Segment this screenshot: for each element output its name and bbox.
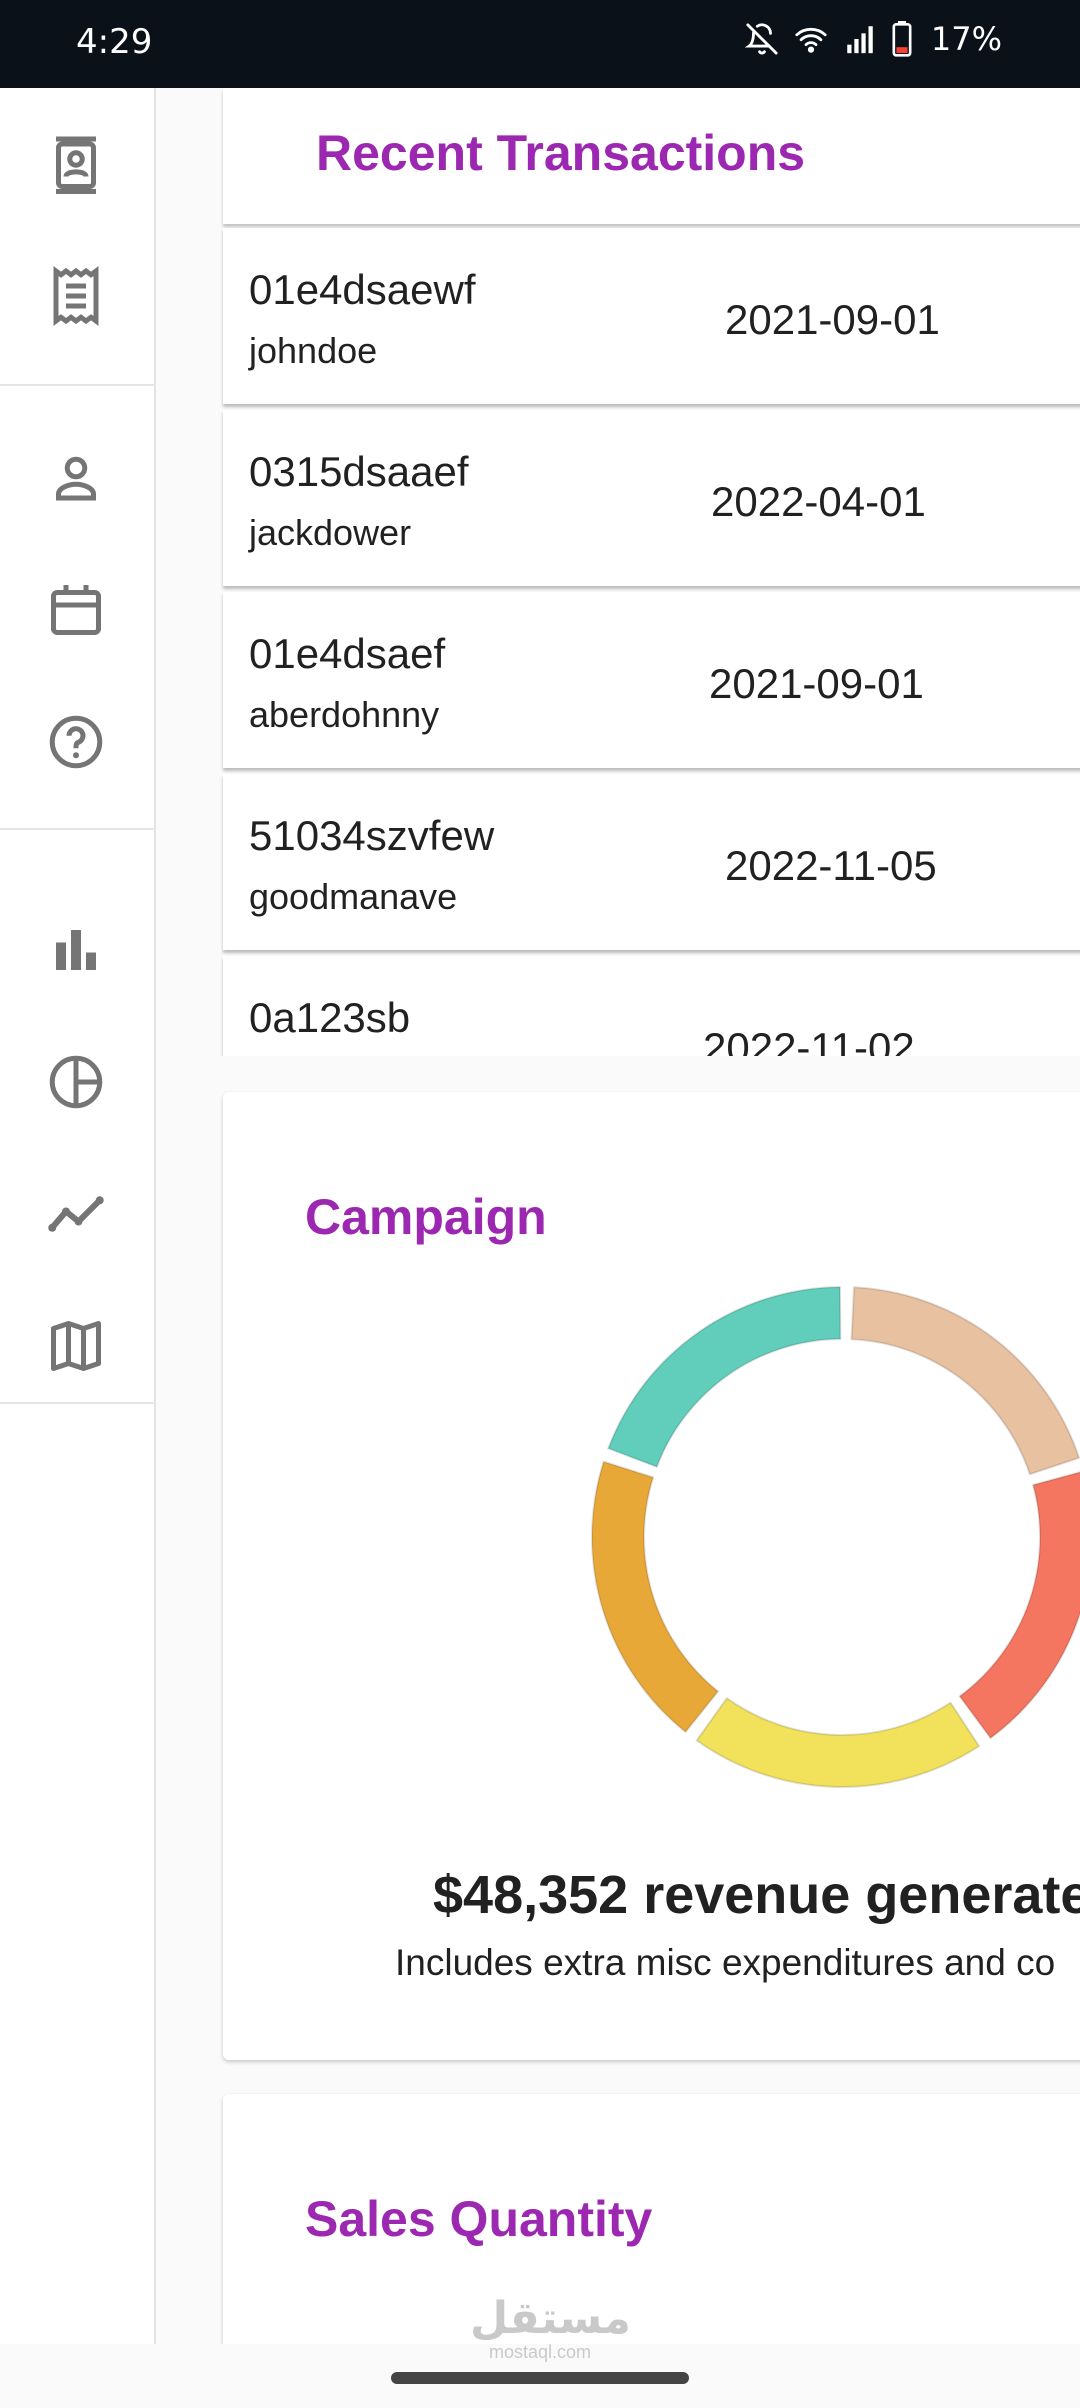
person-icon[interactable]	[44, 446, 108, 510]
transaction-id: 0315dsaaef	[249, 448, 469, 495]
calendar-icon[interactable]	[44, 578, 108, 642]
bell-off-icon	[744, 22, 779, 56]
transaction-date: 2021-09-01	[725, 296, 940, 343]
home-indicator[interactable]	[391, 2372, 689, 2384]
campaign-donut-chart	[587, 1282, 1080, 1792]
transaction-date: 2022-11-02	[703, 1024, 915, 1056]
sales-quantity-title: Sales Quantity	[305, 2191, 653, 2247]
receipt-icon[interactable]	[44, 264, 108, 328]
transaction-id: 51034szvfew	[249, 812, 495, 859]
pie-chart-icon[interactable]	[44, 1050, 108, 1114]
donut-segment[interactable]	[695, 1696, 981, 1788]
transaction-row[interactable]: 0315dsaaef jackdower 2022-04-01	[223, 410, 1080, 586]
status-time: 4:29	[76, 22, 153, 62]
watermark-arabic: مستقل	[470, 2294, 631, 2343]
sidebar	[0, 88, 156, 2344]
main-content: Recent Transactions 01e4dsaewf johndoe 2…	[156, 88, 1080, 2344]
bar-chart-icon[interactable]	[44, 918, 108, 982]
map-icon[interactable]	[44, 1314, 108, 1378]
campaign-card: Campaign $48,352 revenue generate Includ…	[223, 1092, 1080, 2060]
transaction-row[interactable]: 0a123sb 2022-11-02	[223, 956, 1080, 1056]
wifi-icon	[793, 22, 829, 56]
watermark-latin: mostaql.com	[488, 2342, 592, 2362]
transaction-user: goodmanave	[249, 876, 458, 917]
status-bar: 4:29 17%	[0, 0, 1080, 88]
sidebar-divider	[0, 828, 156, 830]
transaction-date: 2021-09-01	[709, 660, 924, 707]
battery-icon	[891, 21, 913, 57]
contacts-icon[interactable]	[44, 132, 108, 196]
transaction-row[interactable]: 01e4dsaewf johndoe 2021-09-01	[223, 228, 1080, 404]
cell-signal-icon	[843, 22, 877, 56]
donut-svg	[591, 1285, 1080, 1788]
transaction-date: 2022-04-01	[711, 478, 926, 525]
transaction-id: 01e4dsaewf	[249, 266, 476, 313]
donut-segment[interactable]	[958, 1471, 1080, 1740]
transactions-panel: Recent Transactions 01e4dsaewf johndoe 2…	[156, 88, 1080, 1056]
transaction-id: 01e4dsaef	[249, 630, 446, 677]
revenue-note: Includes extra misc expenditures and co	[395, 1942, 1056, 1983]
sidebar-divider	[0, 384, 156, 386]
transaction-row[interactable]: 01e4dsaef aberdohnny 2021-09-01	[223, 592, 1080, 768]
status-icons: 17%	[744, 20, 1002, 58]
watermark: مستقل mostaql.com	[470, 2294, 631, 2363]
donut-segment[interactable]	[850, 1286, 1080, 1476]
donut-segment[interactable]	[591, 1460, 720, 1734]
transactions-header: Recent Transactions	[223, 88, 1080, 224]
transactions-title: Recent Transactions	[316, 125, 806, 181]
help-icon[interactable]	[44, 710, 108, 774]
campaign-title: Campaign	[305, 1189, 547, 1245]
transaction-user: johndoe	[249, 330, 378, 371]
transaction-user: jackdower	[249, 512, 412, 553]
sidebar-divider	[0, 1402, 156, 1404]
transaction-row[interactable]: 51034szvfew goodmanave 2022-11-05	[223, 774, 1080, 950]
app-screen: 4:29 17% Recent Transactions 01e4dsaewf …	[0, 0, 1080, 2408]
line-chart-icon[interactable]	[44, 1182, 108, 1246]
transaction-date: 2022-11-05	[725, 842, 937, 889]
transaction-id: 0a123sb	[249, 994, 411, 1041]
revenue-text: $48,352 revenue generate	[433, 1865, 1080, 1925]
sales-quantity-card: Sales Quantity	[223, 2094, 1080, 2344]
donut-segment[interactable]	[606, 1285, 842, 1469]
transaction-user: aberdohnny	[249, 694, 440, 735]
battery-percent: 17%	[930, 20, 1002, 58]
